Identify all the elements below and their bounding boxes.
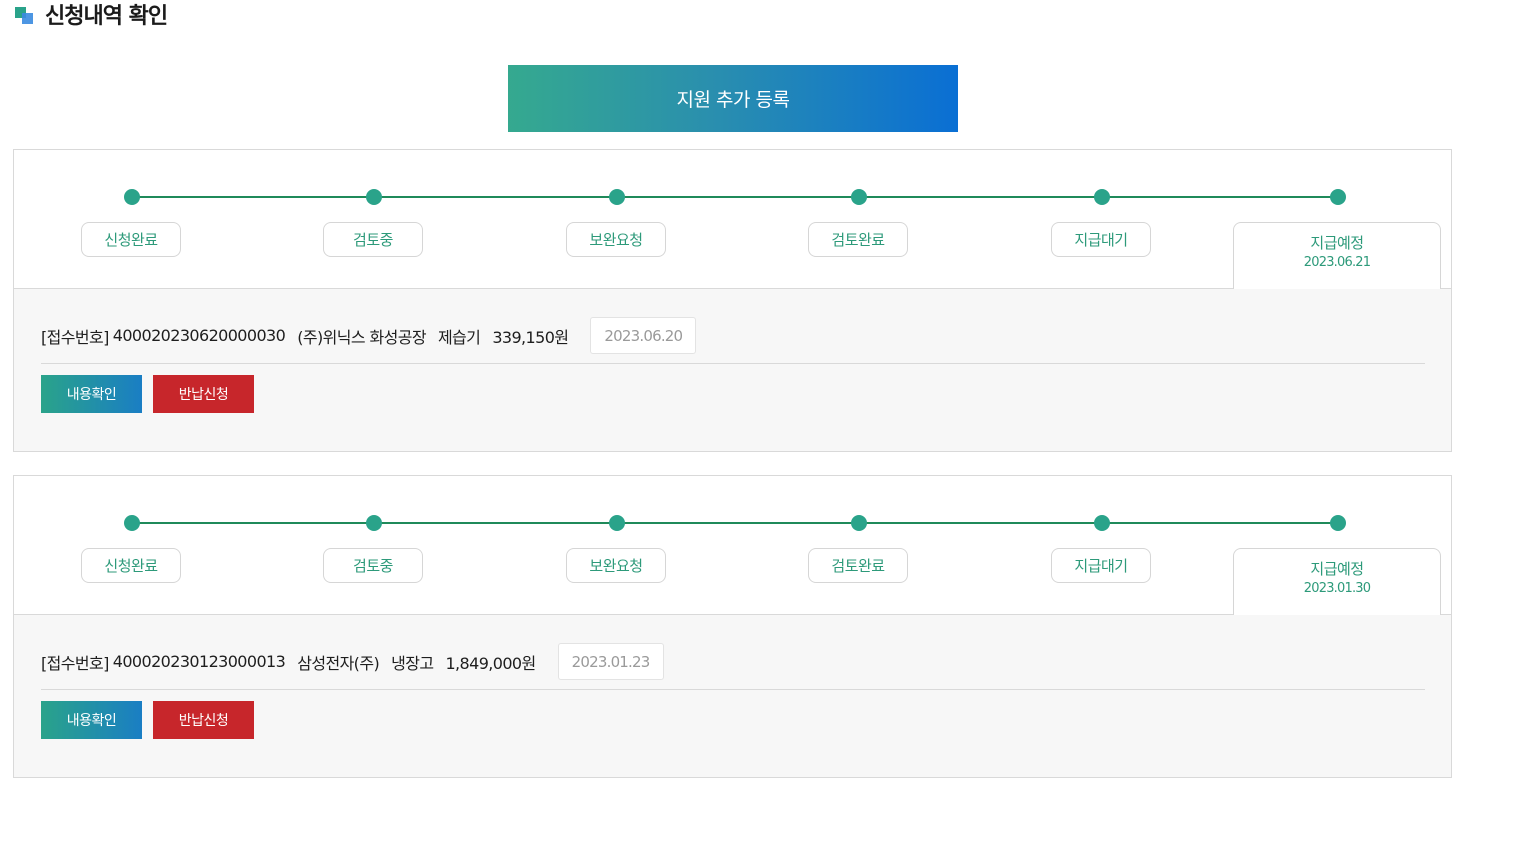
product-name: 냉장고 bbox=[391, 653, 434, 673]
step-label: 보완요청 bbox=[566, 222, 666, 257]
step-label: 지급대기 bbox=[1051, 222, 1151, 257]
application-date: 2023.01.23 bbox=[557, 643, 664, 680]
current-step-date: 2023.01.30 bbox=[1303, 581, 1371, 596]
company-name: 삼성전자(주) bbox=[297, 653, 380, 673]
application-card: 신청완료 검토중 보완요청 검토완료 지급대기 지급예정 2023.06.21 bbox=[13, 149, 1452, 452]
section-bullet-icon bbox=[15, 4, 35, 24]
receipt-prefix: [접수번호] bbox=[41, 327, 109, 347]
page-header: 신청내역 확인 bbox=[15, 0, 168, 29]
step-dot bbox=[1330, 189, 1346, 205]
company-name: (주)위닉스 화성공장 bbox=[297, 327, 426, 347]
step-dot bbox=[366, 189, 382, 205]
application-detail: [접수번호] 400020230123000013 삼성전자(주) 냉장고 1,… bbox=[14, 614, 1451, 777]
progress-line bbox=[132, 196, 1338, 198]
add-support-button[interactable]: 지원 추가 등록 bbox=[508, 65, 958, 132]
current-step-date: 2023.06.21 bbox=[1303, 255, 1371, 270]
step-dot bbox=[124, 189, 140, 205]
step-dot bbox=[609, 189, 625, 205]
step-dot bbox=[851, 515, 867, 531]
step-dot bbox=[366, 515, 382, 531]
step-label: 검토중 bbox=[323, 222, 423, 257]
step-label: 검토완료 bbox=[808, 548, 908, 583]
current-step-label: 지급예정 bbox=[1310, 560, 1364, 578]
step-dot bbox=[851, 189, 867, 205]
application-summary: [접수번호] 400020230620000030 (주)위닉스 화성공장 제습… bbox=[41, 317, 697, 354]
progress-tracker: 신청완료 검토중 보완요청 검토완료 지급대기 지급예정 2023.01.30 bbox=[14, 476, 1451, 615]
step-label: 검토완료 bbox=[808, 222, 908, 257]
receipt-number: 400020230620000030 bbox=[112, 326, 286, 345]
application-detail: [접수번호] 400020230620000030 (주)위닉스 화성공장 제습… bbox=[14, 288, 1451, 451]
current-step-label: 지급예정 bbox=[1310, 234, 1364, 252]
step-dot bbox=[609, 515, 625, 531]
step-label: 지급대기 bbox=[1051, 548, 1151, 583]
page-title: 신청내역 확인 bbox=[45, 4, 168, 29]
return-request-button[interactable]: 반납신청 bbox=[153, 375, 254, 413]
divider bbox=[41, 689, 1425, 690]
amount: 339,150원 bbox=[492, 327, 569, 347]
application-card: 신청완료 검토중 보완요청 검토완료 지급대기 지급예정 2023.01.30 bbox=[13, 475, 1452, 778]
step-dot bbox=[1094, 515, 1110, 531]
step-label: 보완요청 bbox=[566, 548, 666, 583]
progress-tracker: 신청완료 검토중 보완요청 검토완료 지급대기 지급예정 2023.06.21 bbox=[14, 150, 1451, 289]
divider bbox=[41, 363, 1425, 364]
current-step-box: 지급예정 2023.06.21 bbox=[1233, 222, 1441, 289]
step-dot bbox=[1330, 515, 1346, 531]
application-date: 2023.06.20 bbox=[590, 317, 697, 354]
amount: 1,849,000원 bbox=[445, 653, 536, 673]
receipt-number: 400020230123000013 bbox=[112, 652, 286, 671]
progress-line bbox=[132, 522, 1338, 524]
return-request-button[interactable]: 반납신청 bbox=[153, 701, 254, 739]
current-step-box: 지급예정 2023.01.30 bbox=[1233, 548, 1441, 615]
step-label: 검토중 bbox=[323, 548, 423, 583]
view-details-button[interactable]: 내용확인 bbox=[41, 701, 142, 739]
step-dot bbox=[1094, 189, 1110, 205]
view-details-button[interactable]: 내용확인 bbox=[41, 375, 142, 413]
step-dot bbox=[124, 515, 140, 531]
receipt-prefix: [접수번호] bbox=[41, 653, 109, 673]
step-label: 신청완료 bbox=[81, 222, 181, 257]
step-label: 신청완료 bbox=[81, 548, 181, 583]
product-name: 제습기 bbox=[437, 327, 481, 347]
application-summary: [접수번호] 400020230123000013 삼성전자(주) 냉장고 1,… bbox=[41, 643, 664, 680]
